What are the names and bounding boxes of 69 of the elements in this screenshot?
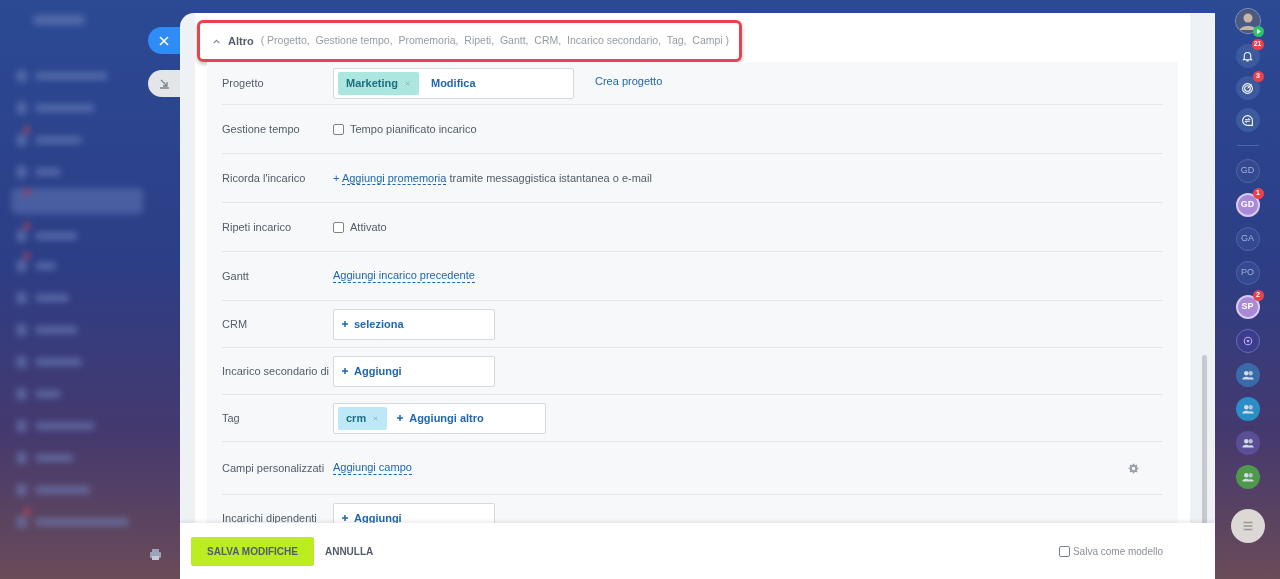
field-label: Tag [222, 411, 241, 425]
checkbox-label: Salva come modello [1072, 544, 1163, 559]
group-chat-avatar[interactable] [1235, 431, 1260, 455]
add-link[interactable]: seleziona [341, 315, 404, 333]
arrow-down-right-icon [158, 78, 170, 89]
tag-chip[interactable]: Marketing [338, 71, 419, 95]
checkbox-label: Tempo pianificato incarico [350, 121, 477, 137]
bell-icon [1241, 49, 1254, 63]
field-label: Ripeti incarico [222, 220, 293, 234]
chat-avatar[interactable]: GD [1235, 159, 1260, 183]
printer-icon[interactable] [149, 548, 162, 561]
field-label: Progetto [222, 76, 265, 90]
checkbox-label: Attivato [350, 219, 387, 235]
target-icon [1241, 81, 1254, 95]
selector-field[interactable]: Marketing Modifica [333, 67, 574, 99]
close-button[interactable] [148, 27, 180, 54]
field-label: Gestione tempo [222, 122, 301, 136]
chat-button[interactable] [1235, 108, 1260, 132]
selector-field[interactable]: crm Aggiungi altro [333, 402, 546, 434]
menu-button[interactable] [1230, 509, 1265, 543]
tag-label: crm [346, 410, 367, 426]
checkbox[interactable] [333, 221, 344, 233]
group-chat-avatar[interactable] [1235, 363, 1260, 387]
add-link[interactable]: Aggiungi [341, 362, 402, 380]
chat-swap-icon [1241, 113, 1254, 127]
add-link[interactable]: Aggiungi altro [396, 409, 484, 427]
plus-icon [341, 514, 349, 522]
field-label: CRM [222, 317, 249, 331]
tag-label: Marketing [346, 75, 398, 91]
minimize-button[interactable] [148, 70, 180, 97]
section-summary: ( Progetto, Gestione tempo, Promemoria, Ripeti, Gantt, CRM, Incarico secondario, Tag, Campi ) [260, 33, 730, 49]
plus-icon [341, 367, 349, 375]
people-icon [1240, 436, 1255, 450]
people-icon [1240, 368, 1255, 382]
field-label: Ricorda l'incarico [222, 171, 307, 185]
field-label: Campi personalizzati [222, 461, 326, 475]
tag-chip[interactable]: crm [338, 406, 388, 430]
close-icon [159, 35, 169, 46]
plus-icon [341, 320, 349, 328]
chat-avatar[interactable]: PO [1235, 261, 1260, 285]
group-chat-avatar[interactable] [1235, 397, 1260, 421]
field-label: Incarico secondario di [222, 364, 330, 378]
cancel-button[interactable]: ANNULLA [324, 543, 374, 559]
section-title: Altro [228, 33, 254, 49]
save-button[interactable]: SALVA MODIFICHE [191, 536, 314, 566]
chat-avatar[interactable]: GA [1235, 227, 1260, 251]
reminder-text: + Aggiungi promemoria tramite messaggistica istantanea o e-mail [333, 170, 652, 187]
circle-dot-icon [1241, 335, 1254, 347]
section-header[interactable]: Altro ( Progetto, Gestione tempo, Promemoria, Ripeti, Gantt, CRM, Incarico secondario, Tag, Campi ) [197, 20, 742, 62]
people-icon [1240, 402, 1255, 416]
field-label: Gantt [222, 269, 250, 283]
add-link[interactable]: Modifica [427, 74, 476, 92]
dashed-link[interactable]: Aggiungi campo [333, 461, 412, 475]
chevron-up-icon[interactable] [212, 36, 221, 46]
play-icon[interactable] [1252, 26, 1264, 37]
scrollbar[interactable] [1202, 355, 1207, 523]
selector-field[interactable]: Aggiungi [333, 355, 495, 387]
group-chat-avatar[interactable] [1235, 465, 1260, 489]
selector-field[interactable]: seleziona [333, 308, 495, 340]
people-icon [1240, 470, 1255, 484]
add-reminder-link[interactable]: Aggiungi promemoria [341, 171, 447, 185]
activity-button[interactable] [1235, 76, 1260, 100]
checkbox[interactable] [1058, 545, 1070, 557]
notifications-button[interactable] [1235, 44, 1260, 68]
dashed-link[interactable]: Aggiungi incarico precedente [333, 269, 475, 283]
checkbox[interactable] [333, 123, 344, 135]
open-channel-button[interactable] [1235, 329, 1260, 353]
plus-icon [396, 414, 405, 422]
create-project-link[interactable]: Crea progetto [595, 73, 663, 90]
